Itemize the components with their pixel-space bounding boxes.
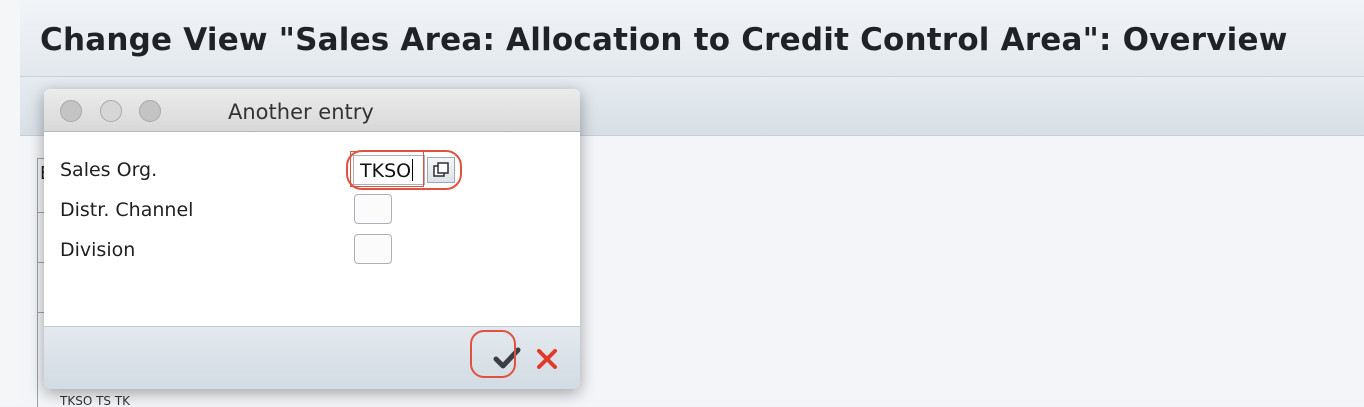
distr-channel-label: Distr. Channel — [60, 199, 194, 221]
sales-org-label: Sales Org. — [60, 159, 158, 181]
division-input[interactable] — [354, 234, 392, 264]
cancel-button[interactable] — [534, 346, 560, 372]
dialog-title: Another entry — [228, 100, 374, 124]
cancel-x-icon — [537, 349, 557, 369]
left-edge-strip — [0, 0, 21, 406]
annotation-ellipse-salesorg — [346, 150, 462, 190]
window-title-bar: Change View "Sales Area: Allocation to C… — [20, 0, 1364, 77]
dialog-titlebar: Another entry — [44, 89, 580, 132]
distr-channel-input[interactable] — [354, 194, 392, 224]
close-window-icon[interactable] — [60, 100, 82, 122]
maximize-window-icon[interactable] — [139, 100, 161, 122]
background-bottom-row: TKSO TS TK — [60, 396, 131, 406]
another-entry-dialog: Another entry Sales Org. Distr. Channel … — [44, 89, 580, 389]
dialog-body: Sales Org. Distr. Channel Division — [44, 132, 580, 326]
division-label: Division — [60, 239, 136, 261]
minimize-window-icon[interactable] — [100, 100, 122, 122]
annotation-ellipse-ok — [470, 330, 516, 378]
page-title: Change View "Sales Area: Allocation to C… — [40, 22, 1288, 58]
